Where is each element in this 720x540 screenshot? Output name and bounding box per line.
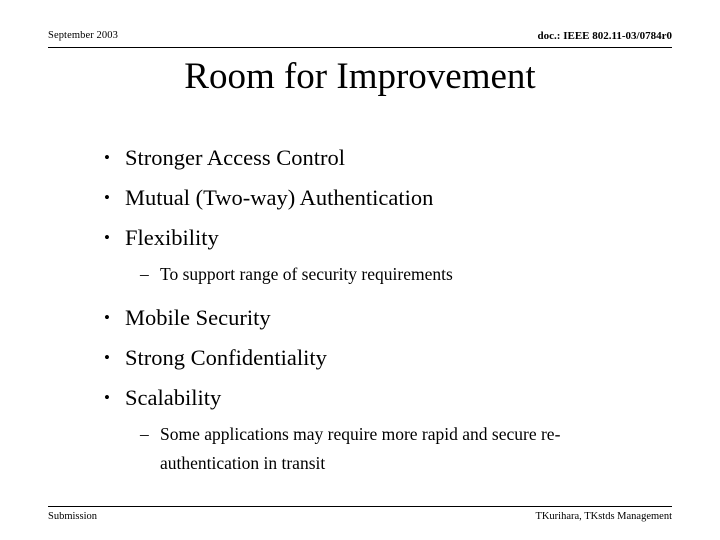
dash-marker-icon: – [140, 424, 149, 444]
slide-header: September 2003 doc.: IEEE 802.11-03/0784… [48, 30, 672, 46]
sub-list-item-label: To support range of security requirement… [160, 264, 453, 284]
list-item-label: Flexibility [125, 225, 219, 250]
bullet-dot-icon: • [104, 188, 110, 207]
list-item: • Flexibility [104, 218, 684, 258]
footer-divider [48, 506, 672, 507]
footer-submission-label: Submission [48, 511, 98, 522]
bullet-dot-icon: • [104, 148, 110, 167]
header-divider [48, 47, 672, 48]
list-item: • Scalability [104, 378, 684, 418]
slide-body: • Stronger Access Control • Mutual (Two-… [104, 138, 684, 482]
header-document-id: doc.: IEEE 802.11-03/0784r0 [537, 30, 672, 42]
list-item: • Stronger Access Control [104, 138, 684, 178]
bullet-dot-icon: • [104, 388, 110, 407]
sub-list-item: – Some applications may require more rap… [104, 420, 684, 478]
bullet-dot-icon: • [104, 348, 110, 367]
list-item-label: Mobile Security [125, 305, 271, 330]
bullet-dot-icon: • [104, 228, 110, 247]
list-item-label: Mutual (Two-way) Authentication [125, 185, 434, 210]
footer-author-label: TKurihara, TKstds Management [535, 511, 672, 522]
dash-marker-icon: – [140, 264, 149, 284]
list-item-label: Scalability [125, 385, 222, 410]
list-item-label: Stronger Access Control [125, 145, 345, 170]
slide-footer: Submission TKurihara, TKstds Management [48, 510, 672, 523]
page-title: Room for Improvement [184, 56, 536, 97]
list-item: • Mutual (Two-way) Authentication [104, 178, 684, 218]
list-item: • Mobile Security [104, 298, 684, 338]
list-item: • Strong Confidentiality [104, 338, 684, 378]
sub-list-item-label: Some applications may require more rapid… [160, 424, 561, 473]
header-date: September 2003 [48, 30, 118, 41]
list-item-label: Strong Confidentiality [125, 345, 327, 370]
sub-list-item: – To support range of security requireme… [104, 260, 684, 289]
slide-canvas: September 2003 doc.: IEEE 802.11-03/0784… [0, 0, 720, 540]
bullet-dot-icon: • [104, 308, 110, 327]
